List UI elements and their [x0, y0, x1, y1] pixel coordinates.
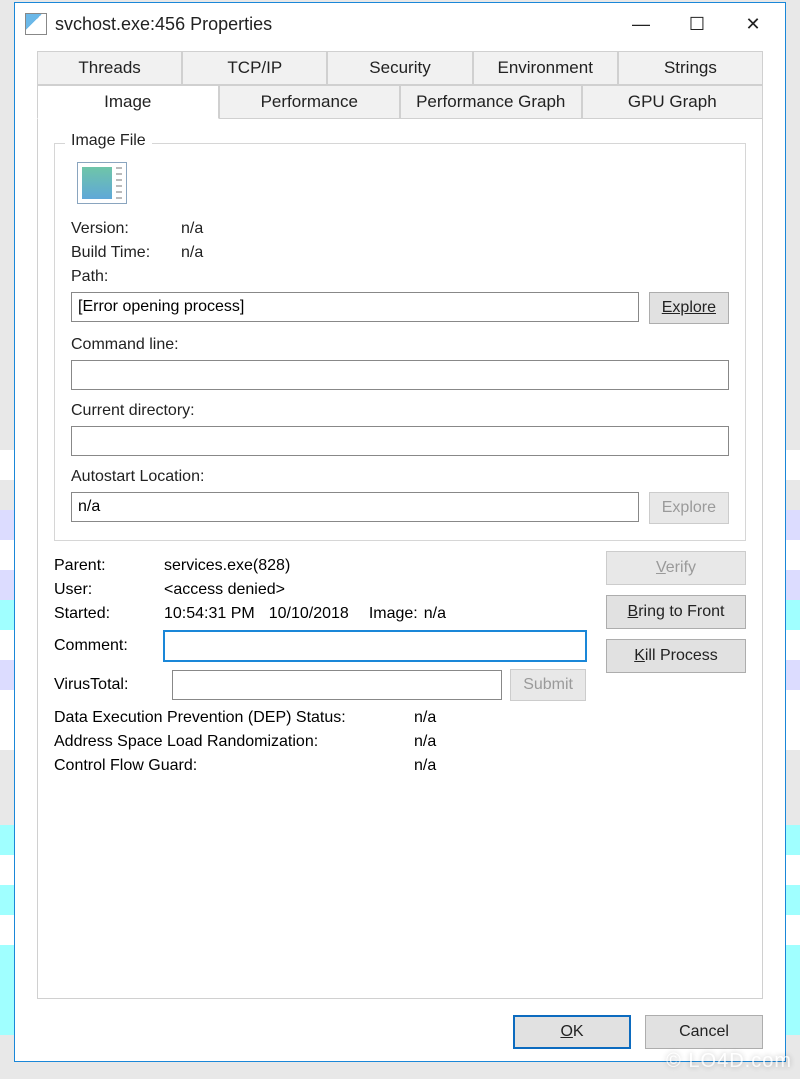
virustotal-field[interactable]: [172, 670, 502, 700]
cfg-label: Control Flow Guard:: [54, 757, 414, 775]
image-arch-label: Image:: [369, 605, 418, 623]
tab-page-image: Image File Version: n/a Build Time: n/a …: [37, 119, 763, 999]
verify-button: Verify: [606, 551, 746, 585]
tab-strings[interactable]: Strings: [618, 51, 763, 85]
cancel-button[interactable]: Cancel: [645, 1015, 763, 1049]
close-button[interactable]: ✕: [725, 5, 781, 43]
tab-row-1: Threads TCP/IP Security Environment Stri…: [37, 51, 763, 85]
cfg-value: n/a: [414, 757, 436, 775]
bring-to-front-button[interactable]: Bring to Front: [606, 595, 746, 629]
comment-label: Comment:: [54, 637, 164, 655]
explore-path-button[interactable]: Explore: [649, 292, 729, 324]
parent-label: Parent:: [54, 557, 164, 575]
window-title: svchost.exe:456 Properties: [55, 14, 613, 35]
group-image-file: Image File Version: n/a Build Time: n/a …: [54, 143, 746, 541]
curdir-label: Current directory:: [71, 402, 195, 420]
parent-value: services.exe(828): [164, 557, 290, 575]
watermark: © LO4D.com: [666, 1050, 792, 1073]
tab-row-2: Image Performance Performance Graph GPU …: [37, 85, 763, 119]
autostart-label: Autostart Location:: [71, 468, 204, 486]
tab-gpu-graph[interactable]: GPU Graph: [582, 85, 764, 119]
kill-process-button[interactable]: Kill Process: [606, 639, 746, 673]
virustotal-label: VirusTotal:: [54, 676, 164, 694]
buildtime-value: n/a: [181, 244, 203, 262]
version-value: n/a: [181, 220, 203, 238]
minimize-button[interactable]: —: [613, 5, 669, 43]
image-arch-value: n/a: [424, 605, 446, 623]
dep-value: n/a: [414, 709, 436, 727]
started-time: 10:54:31 PM: [164, 605, 255, 623]
tab-performance-graph[interactable]: Performance Graph: [400, 85, 582, 119]
aslr-label: Address Space Load Randomization:: [54, 733, 414, 751]
process-file-icon: [77, 162, 127, 204]
version-label: Version:: [71, 220, 181, 238]
path-field[interactable]: [71, 292, 639, 322]
explore-autostart-button: Explore: [649, 492, 729, 524]
properties-dialog: svchost.exe:456 Properties — ☐ ✕ Threads…: [14, 2, 786, 1062]
tab-image[interactable]: Image: [37, 85, 219, 119]
aslr-value: n/a: [414, 733, 436, 751]
titlebar[interactable]: svchost.exe:456 Properties — ☐ ✕: [15, 3, 785, 45]
tab-security[interactable]: Security: [327, 51, 472, 85]
started-label: Started:: [54, 605, 164, 623]
dialog-footer: OK Cancel: [513, 1015, 763, 1049]
tab-environment[interactable]: Environment: [473, 51, 618, 85]
curdir-field[interactable]: [71, 426, 729, 456]
tab-tcpip[interactable]: TCP/IP: [182, 51, 327, 85]
cmdline-label: Command line:: [71, 336, 179, 354]
user-label: User:: [54, 581, 164, 599]
path-label: Path:: [71, 268, 108, 286]
buildtime-label: Build Time:: [71, 244, 181, 262]
maximize-button[interactable]: ☐: [669, 5, 725, 43]
tab-threads[interactable]: Threads: [37, 51, 182, 85]
dep-label: Data Execution Prevention (DEP) Status:: [54, 709, 414, 727]
tab-performance[interactable]: Performance: [219, 85, 401, 119]
group-label: Image File: [65, 132, 152, 150]
user-value: <access denied>: [164, 581, 285, 599]
cmdline-field[interactable]: [71, 360, 729, 390]
started-date: 10/10/2018: [269, 605, 349, 623]
comment-field[interactable]: [164, 631, 586, 661]
submit-virustotal-button: Submit: [510, 669, 586, 701]
app-icon: [25, 13, 47, 35]
ok-button[interactable]: OK: [513, 1015, 631, 1049]
autostart-field[interactable]: [71, 492, 639, 522]
